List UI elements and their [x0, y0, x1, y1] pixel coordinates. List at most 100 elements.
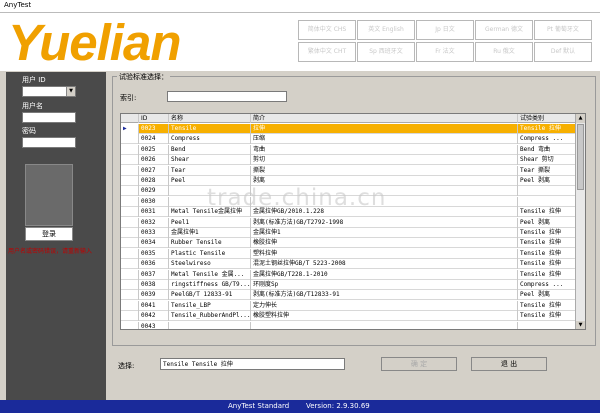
table-row[interactable]: 0033 金属拉伸1 金属拉伸1 Tensile 拉伸 — [121, 228, 577, 238]
row-brief: 剥离 — [251, 176, 518, 186]
header-brief[interactable]: 简介 — [251, 114, 518, 123]
row-indicator — [121, 259, 139, 270]
standard-group-title: 试验标准选择： — [117, 72, 170, 82]
index-label: 索引: — [120, 94, 137, 102]
row-id: 0036 — [139, 259, 169, 270]
lang-button-default[interactable]: Def 默认 — [534, 42, 592, 62]
lang-button-japanese[interactable]: Jp 日文 — [416, 20, 474, 40]
row-indicator — [121, 207, 139, 218]
table-row[interactable]: 0031 Metal Tensile金属拉伸 金属拉伸GB/2010.1.228 Te… — [121, 207, 577, 218]
header-category[interactable]: 试验类别 — [518, 114, 577, 123]
row-name: Bend — [169, 144, 251, 155]
row-category: Tear 撕裂 — [518, 165, 577, 176]
row-indicator — [121, 280, 139, 290]
table-row[interactable]: 0038 ringstiffness GB/T9... 环刚度Sp Compress … — [121, 280, 577, 290]
confirm-button[interactable]: 确 定 — [381, 357, 457, 371]
table-row[interactable]: 0026 Shear 剪切 Shear 剪切 — [121, 155, 577, 166]
password-input[interactable] — [22, 137, 76, 148]
table-row[interactable]: 0034 Rubber Tensile 橡胶拉伸 Tensile 拉伸 — [121, 238, 577, 249]
row-category: Tensile 拉伸 — [518, 124, 577, 134]
selection-input[interactable]: Tensile Tensile 拉伸 — [160, 358, 345, 370]
row-name: Tensile_RubberAndPl... — [171, 311, 251, 322]
user-id-select[interactable]: ▼ — [22, 86, 76, 97]
table-row[interactable]: 0025 Bend 弯曲 Bend 弯曲 — [121, 144, 577, 155]
scroll-up-icon[interactable]: ▲ — [576, 114, 585, 123]
row-indicator — [121, 248, 139, 259]
standards-table[interactable]: ID 名称 简介 试验类别 ▶ 0023 Tensile 拉伸 Tensile 拉伸 00… — [120, 113, 586, 330]
row-category: Tensile 拉伸 — [518, 207, 577, 218]
login-button[interactable]: 登录 — [25, 227, 73, 241]
row-indicator — [121, 155, 139, 166]
row-indicator — [121, 311, 139, 322]
row-category: Tensile 拉伸 — [518, 228, 577, 238]
row-indicator — [121, 134, 139, 145]
row-brief: 混泥土钢丝拉伸GB/T 5223-2008 — [251, 259, 518, 270]
index-input[interactable] — [167, 91, 287, 102]
table-row[interactable]: 0024 Compress 压缩 Compress ... — [121, 134, 577, 145]
row-brief: 定力伸长 — [251, 300, 518, 311]
row-category: Tensile 拉伸 — [518, 269, 577, 280]
table-row[interactable]: 0037 Metal Tensile 金属... 金属拉伸GB/T228.1-201… — [121, 269, 577, 280]
user-name-input[interactable] — [22, 112, 76, 123]
lang-button-cht[interactable]: 繁体中文 CHT — [298, 42, 356, 62]
header-id[interactable]: ID — [139, 114, 169, 123]
row-name: Rubber Tensile — [169, 238, 251, 249]
table-row[interactable]: 0030 — [121, 196, 577, 207]
row-name: ringstiffness GB/T9... — [171, 280, 251, 290]
row-indicator — [121, 321, 139, 329]
user-name-label: 用户名 — [22, 102, 43, 110]
row-id: 0039 — [139, 290, 169, 301]
row-category: Tensile 拉伸 — [518, 248, 577, 259]
row-id: 0023 — [139, 124, 169, 134]
row-id: 0037 — [139, 269, 169, 280]
banner: Yuelian 简体中文 CHS 英文 English Jp 日文 German… — [0, 13, 600, 71]
table-row[interactable]: 0029 — [121, 186, 577, 197]
row-category: Peel 剥离 — [518, 176, 577, 186]
lang-button-russian[interactable]: Ru 俄文 — [475, 42, 533, 62]
row-indicator — [121, 300, 139, 311]
table-row[interactable]: ▶ 0023 Tensile 拉伸 Tensile 拉伸 — [121, 124, 577, 134]
row-category — [518, 321, 577, 329]
row-indicator: ▶ — [121, 124, 139, 134]
lang-button-french[interactable]: Fr 法文 — [416, 42, 474, 62]
table-row[interactable]: 0032 Peel1 剥离(标准方法)GB/T2792-1998 Peel 剥离 — [121, 217, 577, 228]
scroll-down-icon[interactable]: ▼ — [576, 321, 585, 329]
table-scrollbar[interactable]: ▲ ▼ — [575, 114, 585, 329]
row-id: 0029 — [139, 186, 169, 197]
scroll-thumb[interactable] — [577, 124, 584, 190]
status-bar: AnyTest Standard Version: 2.9.30.69 — [0, 400, 600, 413]
row-name — [169, 196, 251, 207]
lang-button-spanish[interactable]: Sp 西班牙文 — [357, 42, 415, 62]
lang-button-english[interactable]: 英文 English — [357, 20, 415, 40]
row-indicator — [121, 165, 139, 176]
row-brief: 撕裂 — [251, 165, 518, 176]
row-id: 0038 — [139, 280, 169, 290]
row-brief: 塑料拉伸 — [251, 248, 518, 259]
lang-button-german[interactable]: German 德文 — [475, 20, 533, 40]
row-id: 0030 — [139, 196, 169, 207]
table-row[interactable]: 0041 Tensile_LBP 定力伸长 Tensile 拉伸 — [121, 300, 577, 311]
lang-button-portuguese[interactable]: Pt 葡萄牙文 — [534, 20, 592, 40]
table-row[interactable]: 0042 Tensile_RubberAndPl... 橡胶塑料拉伸 Tensile … — [121, 311, 577, 322]
row-indicator — [121, 186, 139, 197]
exit-button[interactable]: 退 出 — [471, 357, 547, 371]
row-indicator — [121, 217, 139, 228]
table-row[interactable]: 0035 Plastic Tensile 塑料拉伸 Tensile 拉伸 — [121, 248, 577, 259]
row-category — [518, 196, 577, 207]
row-name: Peel — [169, 176, 251, 186]
row-id: 0028 — [139, 176, 169, 186]
table-row[interactable]: 0039 PeelGB/T 12833-91 剥离(标准方法)GB/T12833-9… — [121, 290, 577, 301]
row-brief: 金属拉伸1 — [251, 228, 518, 238]
table-row[interactable]: 0028 Peel 剥离 Peel 剥离 — [121, 176, 577, 186]
table-row[interactable]: 0036 Steelwireso 混泥土钢丝拉伸GB/T 5223-2008 Tens… — [121, 259, 577, 270]
row-indicator — [121, 228, 139, 238]
brand-logo: Yuelian — [8, 14, 181, 71]
table-row[interactable]: 0027 Tear 撕裂 Tear 撕裂 — [121, 165, 577, 176]
row-brief: 弯曲 — [251, 144, 518, 155]
header-name[interactable]: 名称 — [169, 114, 251, 123]
chevron-down-icon[interactable]: ▼ — [66, 87, 75, 96]
table-row[interactable]: 0043 — [121, 321, 577, 329]
lang-button-chs[interactable]: 简体中文 CHS — [298, 20, 356, 40]
row-brief: 金属拉伸GB/T228.1-2010 — [251, 269, 518, 280]
row-name: Tensile — [169, 124, 251, 134]
